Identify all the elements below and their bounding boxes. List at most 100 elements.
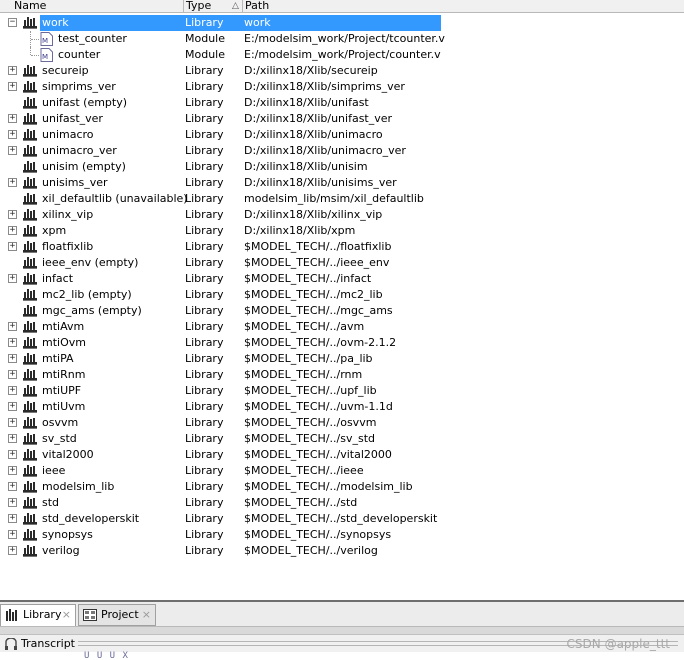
- row-name: test_counter: [58, 32, 127, 45]
- tree-row-library[interactable]: + simprims_ver Library D:/xilinx18/Xlib/sim…: [0, 79, 684, 95]
- column-path-header[interactable]: Path: [243, 0, 684, 13]
- selection-highlight: [40, 15, 441, 31]
- expand-icon[interactable]: +: [8, 466, 17, 475]
- tree-row-library[interactable]: + mtiUPF Library $MODEL_TECH/../upf_lib: [0, 383, 684, 399]
- column-header: Name Type △ Path: [0, 0, 684, 13]
- tree-row-library[interactable]: + xpm Library D:/xilinx18/Xlib/xpm: [0, 223, 684, 239]
- module-icon: M: [40, 48, 53, 62]
- tab-project[interactable]: Project ×: [78, 604, 156, 626]
- expand-icon[interactable]: +: [8, 514, 17, 523]
- transcript-title: Transcript: [21, 637, 75, 650]
- close-icon[interactable]: ×: [62, 605, 71, 625]
- watermark: CSDN @apple_ttt: [566, 637, 670, 651]
- tree-row-library[interactable]: unifast (empty) Library D:/xilinx18/Xlib/u…: [0, 95, 684, 111]
- row-name: synopsys: [42, 528, 93, 541]
- tree-row-library[interactable]: + mtiRnm Library $MODEL_TECH/../rnm: [0, 367, 684, 383]
- row-type: Library: [185, 288, 224, 301]
- tree-row-library[interactable]: + std Library $MODEL_TECH/../std: [0, 495, 684, 511]
- tree-connector: [30, 47, 31, 55]
- expand-icon[interactable]: +: [8, 242, 17, 251]
- tree-row-library[interactable]: + vital2000 Library $MODEL_TECH/../vital200…: [0, 447, 684, 463]
- expand-icon[interactable]: +: [8, 66, 17, 75]
- expand-icon[interactable]: +: [8, 146, 17, 155]
- tree-row-library[interactable]: + ieee Library $MODEL_TECH/../ieee: [0, 463, 684, 479]
- expand-icon[interactable]: +: [8, 482, 17, 491]
- tree-row-library[interactable]: + synopsys Library $MODEL_TECH/../synopsys: [0, 527, 684, 543]
- expand-icon[interactable]: +: [8, 434, 17, 443]
- tree-row-library[interactable]: + mtiUvm Library $MODEL_TECH/../uvm-1.1d: [0, 399, 684, 415]
- tree-row-module[interactable]: Mcounter Module E:/modelsim_work/Project/c…: [0, 47, 684, 63]
- tree-row-library[interactable]: xil_defaultlib (unavailable) Library model…: [0, 191, 684, 207]
- tree-row-library[interactable]: ieee_env (empty) Library $MODEL_TECH/../ie…: [0, 255, 684, 271]
- library-icon: [23, 209, 37, 221]
- tree-row-library[interactable]: + xilinx_vip Library D:/xilinx18/Xlib/xilin…: [0, 207, 684, 223]
- library-icon: [23, 81, 37, 93]
- row-path: D:/xilinx18/Xlib/xpm: [244, 224, 356, 237]
- tree-row-library[interactable]: + infact Library $MODEL_TECH/../infact: [0, 271, 684, 287]
- tree-row-library[interactable]: + mtiOvm Library $MODEL_TECH/../ovm-2.1.2: [0, 335, 684, 351]
- expand-icon[interactable]: +: [8, 210, 17, 219]
- row-type: Library: [185, 224, 224, 237]
- expand-icon[interactable]: +: [8, 130, 17, 139]
- tab-library[interactable]: Library ×: [0, 604, 76, 626]
- tree-row-library[interactable]: + mtiAvm Library $MODEL_TECH/../avm: [0, 319, 684, 335]
- row-type: Library: [185, 400, 224, 413]
- library-icon: [23, 449, 37, 461]
- expand-icon[interactable]: +: [8, 402, 17, 411]
- library-icon: [23, 545, 37, 557]
- tree-row-library[interactable]: + std_developerskit Library $MODEL_TECH/../…: [0, 511, 684, 527]
- collapse-icon[interactable]: −: [8, 18, 17, 27]
- expand-icon[interactable]: +: [8, 498, 17, 507]
- row-name: secureip: [42, 64, 89, 77]
- row-type: Library: [185, 448, 224, 461]
- close-icon[interactable]: ×: [142, 605, 151, 625]
- tree-row-library[interactable]: + secureip Library D:/xilinx18/Xlib/securei…: [0, 63, 684, 79]
- row-type: Library: [185, 464, 224, 477]
- tree-row-library[interactable]: + unifast_ver Library D:/xilinx18/Xlib/unif…: [0, 111, 684, 127]
- library-icon: [6, 609, 17, 621]
- tree-row-library[interactable]: + unimacro_ver Library D:/xilinx18/Xlib/uni…: [0, 143, 684, 159]
- row-type: Library: [185, 144, 224, 157]
- tree-row-library[interactable]: unisim (empty) Library D:/xilinx18/Xlib/un…: [0, 159, 684, 175]
- tree-row-library[interactable]: + sv_std Library $MODEL_TECH/../sv_std: [0, 431, 684, 447]
- row-path: $MODEL_TECH/../uvm-1.1d: [244, 400, 393, 413]
- row-path: E:/modelsim_work/Project/counter.v: [244, 48, 441, 61]
- expand-icon[interactable]: +: [8, 178, 17, 187]
- tree-row-library[interactable]: + modelsim_lib Library $MODEL_TECH/../model…: [0, 479, 684, 495]
- tree-row-module[interactable]: Mtest_counter Module E:/modelsim_work/Proj…: [0, 31, 684, 47]
- expand-icon[interactable]: +: [8, 370, 17, 379]
- column-name-header[interactable]: Name: [0, 0, 184, 13]
- expand-icon[interactable]: +: [8, 114, 17, 123]
- expand-icon[interactable]: +: [8, 450, 17, 459]
- row-path: $MODEL_TECH/../mgc_ams: [244, 304, 393, 317]
- expand-icon[interactable]: +: [8, 82, 17, 91]
- tree-row-library[interactable]: mc2_lib (empty) Library $MODEL_TECH/../mc2…: [0, 287, 684, 303]
- tab-bar: Library × Project ×: [0, 602, 684, 627]
- row-name: mtiAvm: [42, 320, 85, 333]
- expand-icon[interactable]: +: [8, 338, 17, 347]
- expand-icon[interactable]: +: [8, 530, 17, 539]
- tree-row-library[interactable]: mgc_ams (empty) Library $MODEL_TECH/../mgc…: [0, 303, 684, 319]
- row-type: Library: [185, 320, 224, 333]
- row-path: $MODEL_TECH/../infact: [244, 272, 372, 285]
- expand-icon[interactable]: +: [8, 354, 17, 363]
- row-path: $MODEL_TECH/../std: [244, 496, 358, 509]
- tree-row-library[interactable]: + floatfixlib Library $MODEL_TECH/../floatf…: [0, 239, 684, 255]
- library-icon: [23, 241, 37, 253]
- expand-icon[interactable]: +: [8, 322, 17, 331]
- tree-row-library[interactable]: + verilog Library $MODEL_TECH/../verilog: [0, 543, 684, 559]
- tree-row-library[interactable]: + mtiPA Library $MODEL_TECH/../pa_lib: [0, 351, 684, 367]
- expand-icon[interactable]: +: [8, 226, 17, 235]
- expand-icon[interactable]: +: [8, 274, 17, 283]
- row-type: Module: [185, 48, 225, 61]
- tree-row-library[interactable]: + unimacro Library D:/xilinx18/Xlib/unimacr…: [0, 127, 684, 143]
- row-name: xil_defaultlib (unavailable): [42, 192, 188, 205]
- library-icon: [23, 513, 37, 525]
- tree-row-library[interactable]: − work Library work: [0, 15, 684, 31]
- expand-icon[interactable]: +: [8, 418, 17, 427]
- tree-row-library[interactable]: + osvvm Library $MODEL_TECH/../osvvm: [0, 415, 684, 431]
- expand-icon[interactable]: +: [8, 546, 17, 555]
- tree-row-library[interactable]: + unisims_ver Library D:/xilinx18/Xlib/unis…: [0, 175, 684, 191]
- row-path: D:/xilinx18/Xlib/xilinx_vip: [244, 208, 383, 221]
- expand-icon[interactable]: +: [8, 386, 17, 395]
